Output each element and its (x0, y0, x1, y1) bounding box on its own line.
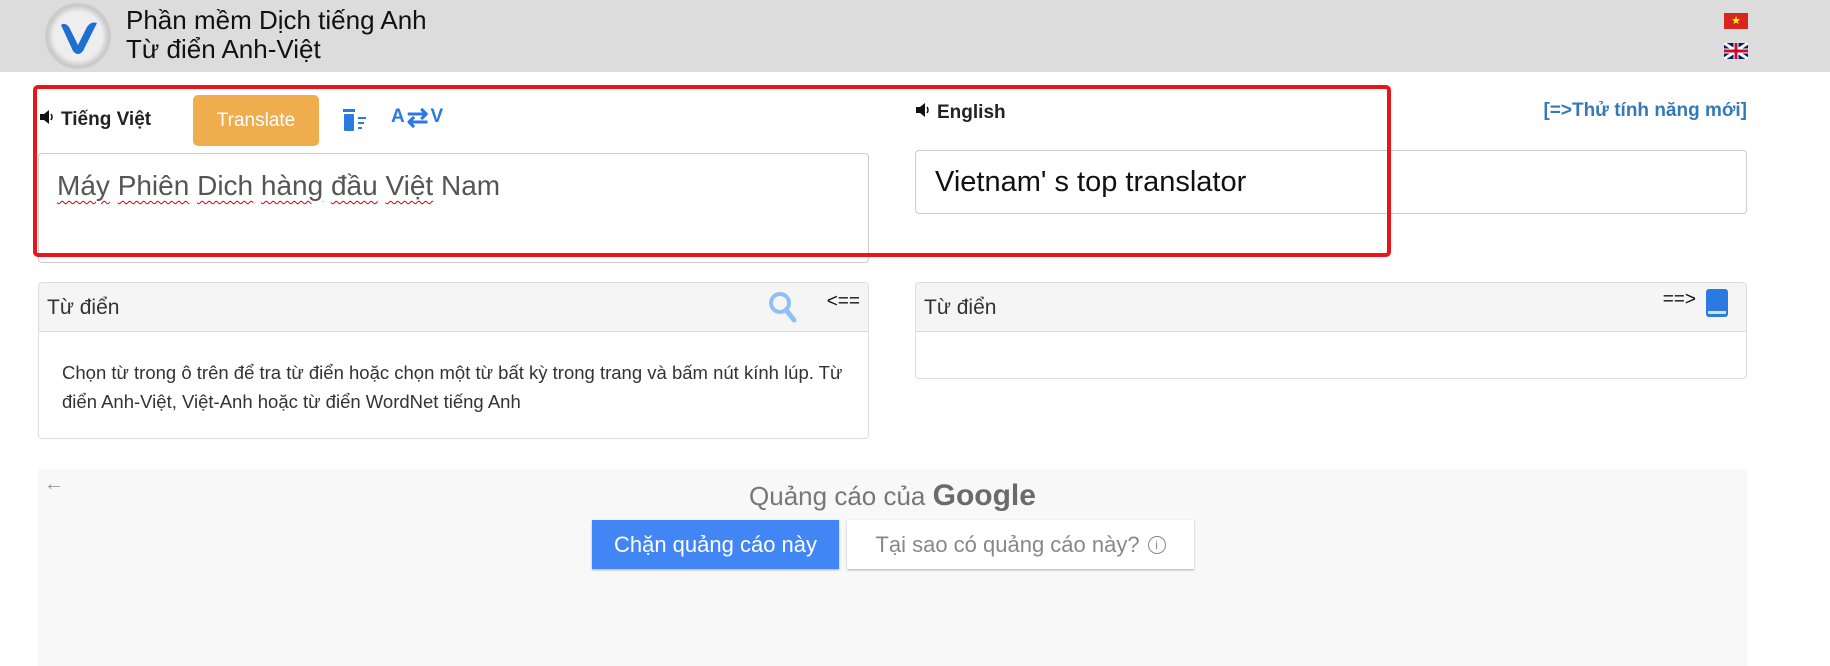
site-title[interactable]: Phần mềm Dịch tiếng Anh (126, 5, 427, 35)
clear-icon[interactable] (341, 107, 369, 138)
word: Việt (385, 170, 434, 201)
dictionary-help-text: Chọn từ trong ô trên để tra từ điển hoặc… (62, 362, 843, 412)
swap-languages-button[interactable]: A ⇄ V (391, 102, 444, 132)
swap-arrows-icon: ⇄ (406, 102, 429, 132)
panel-title: Từ điển (47, 296, 120, 319)
ad-title-prefix: Quảng cáo của (749, 481, 926, 511)
lookup-arrow[interactable]: ==> (1663, 289, 1696, 311)
target-language-label: English (937, 102, 1006, 123)
panel-title: Từ điển (924, 296, 997, 319)
word: Phiên (117, 170, 190, 201)
header-bar: Phần mềm Dịch tiếng Anh Từ điển Anh-Việt… (0, 0, 1830, 72)
ad-title: Quảng cáo của Google (38, 479, 1747, 513)
block-ad-button[interactable]: Chặn quảng cáo này (592, 520, 839, 569)
swap-from-label: A (391, 106, 405, 127)
source-text-input[interactable]: Máy Phiên Dich hàng đầu Việt Nam (38, 153, 869, 263)
ad-area: ← Quảng cáo của Google Chặn quảng cáo nà… (38, 469, 1747, 666)
search-icon[interactable] (768, 291, 798, 329)
translation-output[interactable]: Vietnam' s top translator (915, 150, 1747, 214)
panel-header: Từ điển <== (39, 283, 868, 332)
speaker-icon[interactable] (914, 100, 934, 126)
word: hàng (260, 170, 324, 201)
speaker-icon[interactable] (38, 107, 58, 133)
source-language-label: Tiếng Việt (61, 109, 152, 130)
vietnam-flag-icon[interactable]: ★ (1724, 13, 1748, 29)
word: Dich (197, 170, 254, 201)
dictionary-panel-left: Từ điển <== Chọn từ trong ô trên để tra … (38, 282, 869, 439)
word: đầu (330, 170, 378, 201)
why-ad-button[interactable]: Tại sao có quảng cáo này? i (847, 520, 1194, 569)
why-ad-label: Tại sao có quảng cáo này? (875, 531, 1140, 557)
uk-flag-icon[interactable] (1723, 41, 1749, 61)
lookup-arrow[interactable]: <== (827, 291, 860, 313)
word: Máy (57, 170, 110, 201)
info-icon: i (1147, 535, 1166, 554)
swap-to-label: V (430, 106, 444, 127)
target-language: English (914, 100, 1006, 126)
source-language: Tiếng Việt (38, 107, 151, 133)
dictionary-panel-right: Từ điển ==> (915, 282, 1747, 379)
google-logo: Google (932, 479, 1036, 512)
new-feature-link[interactable]: [=>Thử tính năng mới] (1543, 100, 1747, 122)
word: Nam (441, 170, 501, 201)
panel-header: Từ điển ==> (916, 283, 1746, 332)
site-subtitle: Từ điển Anh-Việt (126, 34, 321, 64)
v-logo-icon[interactable] (45, 3, 111, 69)
translate-button[interactable]: Translate (193, 95, 319, 146)
book-icon[interactable] (1705, 288, 1729, 324)
